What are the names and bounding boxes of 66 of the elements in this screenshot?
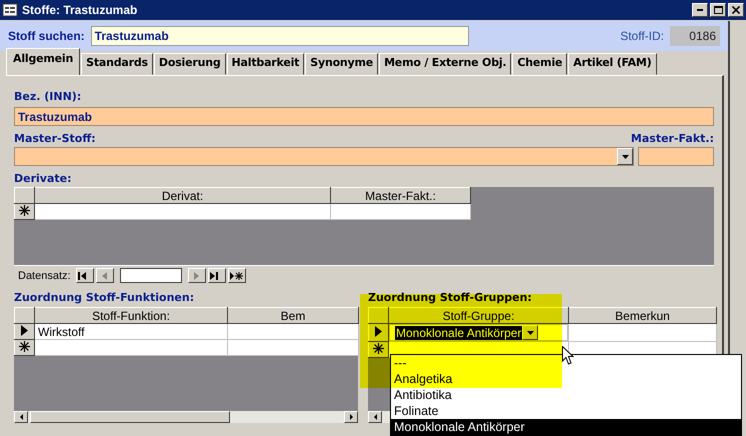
column-header: Stoff-Funktion: — [34, 308, 228, 324]
column-header: Bemerkun — [568, 308, 716, 324]
corner-cell — [14, 188, 34, 204]
next-record-icon — [194, 272, 200, 280]
tab[interactable]: Dosierung — [154, 53, 226, 75]
scroll-left-button[interactable] — [14, 411, 28, 423]
list-option[interactable]: Monoklonale Antikörper — [391, 419, 741, 435]
tab[interactable]: Standards — [81, 53, 153, 75]
new-record-button[interactable] — [228, 268, 246, 283]
id-field: 0186 — [670, 26, 720, 46]
first-record-button[interactable] — [76, 268, 94, 283]
tab[interactable]: Allgemein — [6, 48, 80, 75]
left-arrow-icon — [20, 414, 22, 420]
maximize-icon — [714, 6, 722, 14]
asterisk-icon — [19, 204, 30, 216]
previous-record-icon — [102, 272, 108, 280]
new-record-icon — [230, 272, 244, 280]
tab[interactable]: Haltbarkeit — [226, 53, 304, 75]
window-title: Stoffe: Trastuzumab — [22, 3, 138, 17]
horizontal-scrollbar[interactable] — [14, 411, 358, 423]
row-pointer-icon — [21, 324, 28, 336]
factor-field[interactable] — [638, 147, 714, 166]
tab[interactable]: Artikel (FAM) — [568, 53, 656, 75]
dropdown-button[interactable] — [617, 148, 633, 165]
maximize-button[interactable] — [710, 3, 726, 17]
id-label: Stoff-ID: — [620, 29, 664, 43]
record-selector[interactable] — [14, 340, 34, 356]
previous-record-button[interactable] — [96, 268, 114, 283]
scroll-right-button[interactable] — [344, 411, 358, 423]
search-label: Stoff suchen: — [8, 29, 85, 43]
section-label: Zuordnung Stoff-Funktionen: — [14, 291, 196, 304]
record-selector[interactable] — [14, 324, 34, 340]
nav-label: Datensatz: — [18, 270, 71, 282]
right-arrow-icon — [350, 414, 352, 420]
field-label: Master-Fakt.: — [630, 132, 714, 145]
record-number-field[interactable] — [120, 268, 182, 283]
corner-cell — [14, 308, 34, 324]
scroll-thumb[interactable] — [30, 411, 230, 423]
field-label: Derivate: — [14, 172, 72, 186]
combo-field[interactable] — [14, 147, 634, 166]
table-cell: Wirkstoff — [34, 324, 228, 340]
tab[interactable]: Chemie — [512, 53, 568, 75]
minimize-icon — [697, 9, 703, 11]
search-field[interactable]: Trastuzumab — [90, 26, 469, 46]
field-label: Master-Stoff: — [14, 132, 96, 145]
record-selector[interactable] — [14, 204, 34, 220]
column-header: Derivat: — [34, 188, 330, 204]
name-field[interactable]: Trastuzumab — [14, 107, 714, 126]
list-option[interactable]: Antibiotika — [391, 387, 741, 403]
minimize-button[interactable] — [692, 3, 708, 17]
form-icon — [2, 3, 18, 17]
left-arrow-icon — [374, 414, 376, 420]
last-record-button[interactable] — [208, 268, 226, 283]
tab[interactable]: Synonyme — [305, 53, 378, 75]
field-label: Bez. (INN): — [14, 90, 82, 104]
caret-icon — [622, 154, 628, 158]
column-header: Master-Fakt.: — [330, 188, 470, 204]
column-header: Bem — [228, 308, 358, 324]
next-record-button[interactable] — [188, 268, 206, 283]
list-option[interactable]: Folinate — [391, 403, 741, 419]
close-icon — [732, 6, 740, 14]
tab[interactable]: Memo / Externe Obj. — [379, 53, 512, 75]
scroll-left-button[interactable] — [368, 411, 382, 423]
asterisk-icon — [19, 340, 30, 352]
close-button[interactable] — [728, 3, 744, 17]
section-label: Zuordnung Stoff-Gruppen: — [368, 291, 533, 304]
